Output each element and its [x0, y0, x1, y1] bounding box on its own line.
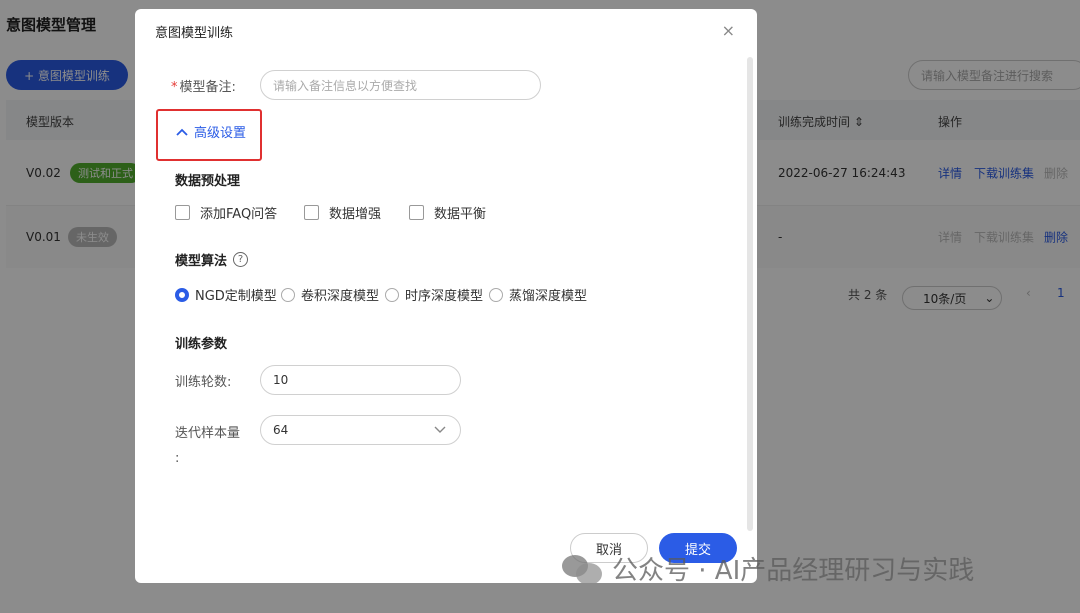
epochs-label: 训练轮数:: [175, 375, 232, 390]
training-dialog: 意图模型训练 × * 模型备注: 请输入备注信息以方便查找 高级设置 数据预处理 …: [135, 9, 757, 583]
checkbox-box[interactable]: [304, 205, 319, 220]
chevron-down-icon: [434, 426, 446, 433]
radio-label: 蒸馏深度模型: [509, 289, 588, 304]
close-icon[interactable]: ×: [722, 21, 735, 40]
radio-label: 时序深度模型: [405, 289, 484, 304]
radio-button[interactable]: [489, 287, 503, 302]
advanced-settings-toggle[interactable]: 高级设置: [176, 122, 246, 141]
radio-button[interactable]: [385, 287, 399, 302]
radio-button-checked[interactable]: [175, 287, 189, 302]
advanced-settings-label: 高级设置: [194, 126, 247, 141]
remark-input[interactable]: 请输入备注信息以方便查找: [260, 70, 541, 100]
radio-cnn-model[interactable]: 卷积深度模型: [281, 285, 379, 304]
algorithm-title-text: 模型算法: [175, 254, 228, 269]
checkbox-label: 数据增强: [329, 207, 382, 222]
checkbox-box[interactable]: [175, 205, 190, 220]
checkbox-label: 数据平衡: [434, 207, 487, 222]
remark-label-text: 模型备注:: [179, 80, 236, 95]
checkbox-label: 添加FAQ问答: [200, 207, 278, 222]
batch-size-select[interactable]: 64: [260, 415, 461, 445]
dialog-title: 意图模型训练: [155, 26, 234, 41]
preprocess-section-title: 数据预处理: [175, 174, 241, 189]
watermark-text: 公众号 · AI产品经理研习与实践: [612, 556, 975, 586]
batch-size-colon: :: [175, 451, 180, 466]
algorithm-section-title: 模型算法 ?: [175, 250, 249, 269]
checkbox-data-balance[interactable]: 数据平衡: [409, 203, 486, 222]
wechat-logo-icon: [562, 553, 604, 585]
chevron-up-icon: [176, 128, 188, 136]
checkbox-box[interactable]: [409, 205, 424, 220]
radio-distill-model[interactable]: 蒸馏深度模型: [489, 285, 587, 304]
required-asterisk: *: [171, 80, 178, 95]
radio-label: 卷积深度模型: [301, 289, 380, 304]
watermark: 公众号 · AI产品经理研习与实践: [562, 550, 974, 587]
radio-sequence-model[interactable]: 时序深度模型: [385, 285, 483, 304]
epochs-input[interactable]: 10: [260, 365, 461, 395]
remark-label: * 模型备注:: [171, 76, 236, 95]
batch-size-value: 64: [273, 423, 289, 437]
radio-label: NGD定制模型: [195, 289, 277, 304]
checkbox-data-augmentation[interactable]: 数据增强: [304, 203, 381, 222]
scrollbar[interactable]: [747, 57, 753, 531]
batch-size-label: 迭代样本量: [175, 426, 241, 441]
help-icon[interactable]: ?: [233, 252, 249, 267]
radio-ngd-model[interactable]: NGD定制模型: [175, 285, 277, 304]
training-params-title: 训练参数: [175, 337, 228, 352]
radio-button[interactable]: [281, 287, 295, 302]
checkbox-add-faq[interactable]: 添加FAQ问答: [175, 203, 277, 222]
